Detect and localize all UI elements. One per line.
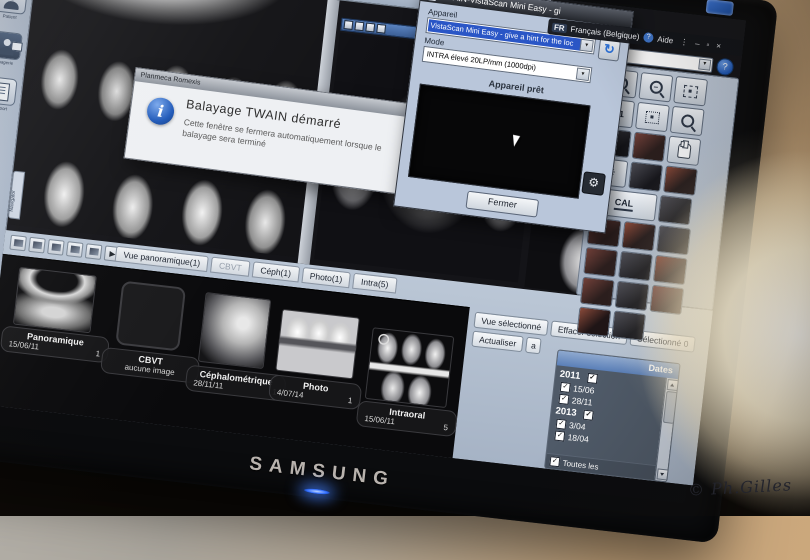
monitor: Patients Patient Imagerie Rapport ↶ ↷	[0, 0, 778, 544]
bezel-sticker	[706, 0, 734, 16]
scrollbar-thumb[interactable]	[663, 391, 678, 424]
thumbnail-cephalometrique[interactable]	[198, 292, 271, 369]
chevron-down-icon[interactable]: ▾	[579, 39, 593, 53]
invert-tool-button[interactable]	[628, 161, 663, 191]
imaging-icon	[0, 30, 23, 60]
magnifier-button[interactable]	[670, 106, 705, 136]
minimize-icon[interactable]: –	[695, 38, 700, 47]
zoom-out-button[interactable]: −	[638, 72, 673, 102]
power-led	[304, 487, 330, 495]
language-code-badge[interactable]: FR	[552, 22, 568, 33]
filter-tool-button[interactable]	[653, 255, 688, 285]
gear-icon[interactable]: ⚙	[581, 171, 606, 196]
checkbox-checked[interactable]: ✓	[554, 431, 565, 442]
window-tool-icon[interactable]	[343, 20, 353, 30]
thumbnail-intraoral[interactable]	[365, 327, 455, 408]
info-icon: i	[145, 96, 175, 126]
circle-select-icon[interactable]	[85, 243, 103, 260]
grid-view-icon[interactable]	[47, 239, 65, 256]
filter-tool-button[interactable]	[621, 221, 656, 251]
filter-tool-button[interactable]	[656, 225, 691, 255]
help-icon[interactable]: ?	[643, 32, 654, 43]
sidebar-item-patient[interactable]: Patient	[0, 0, 28, 21]
fit-screen-button[interactable]	[673, 76, 708, 106]
sidebar-item-imagerie[interactable]: Imagerie	[0, 30, 23, 66]
filter-tool-button[interactable]	[576, 306, 611, 336]
thumbnail-label: Photo 4/07/141	[268, 374, 362, 410]
thumbnail-panoramique[interactable]	[13, 267, 97, 333]
pan-hand-button[interactable]	[666, 136, 701, 166]
report-icon	[0, 76, 18, 106]
filter-tool-button[interactable]	[583, 247, 618, 277]
filter-tool-button[interactable]	[611, 310, 646, 340]
sidebar-item-rapport[interactable]: Rapport	[0, 76, 18, 112]
select-region-button[interactable]	[635, 102, 670, 132]
checkbox-checked[interactable]: ✓	[587, 372, 598, 383]
scroll-down-icon[interactable]	[656, 468, 668, 480]
help-circle-icon[interactable]: ?	[716, 58, 735, 77]
help-menu[interactable]: Aide	[657, 34, 674, 45]
window-tool-icon[interactable]	[376, 24, 386, 34]
checkbox-checked[interactable]: ✓	[583, 409, 594, 420]
tab-intra[interactable]: Intra(5)	[352, 273, 397, 294]
thumbnail-photo[interactable]	[275, 309, 360, 379]
brightness-tool-button[interactable]	[632, 132, 667, 162]
tab-cbvt[interactable]: CBVT	[210, 257, 250, 277]
dates-panel: Dates 2011 ✓ ✓ 15/06 ✓ 28/11 2	[544, 349, 681, 482]
window-tool-icon[interactable]	[365, 23, 375, 33]
scroll-up-icon[interactable]	[667, 379, 679, 391]
fermer-button[interactable]: Fermer	[465, 191, 539, 218]
filmstrip: Panoramique 15/06/111 CBVT aucune image …	[0, 254, 470, 459]
thumbnail-cbvt-empty[interactable]	[115, 281, 186, 352]
window-tool-icon[interactable]	[354, 21, 364, 31]
thumbnail-label: Panoramique 15/06/111	[0, 325, 110, 363]
tab-photo[interactable]: Photo(1)	[301, 267, 351, 288]
checkbox-checked[interactable]: ✓	[558, 394, 569, 405]
filter-tool-button[interactable]	[615, 281, 650, 311]
maximize-icon[interactable]: ▫	[706, 40, 710, 49]
more-button[interactable]: a	[525, 337, 541, 355]
twain-dialog-title: TWAIN-VistaScan Mini Easy - gi	[440, 0, 562, 16]
thumbnail-view-icon[interactable]	[9, 235, 27, 252]
checkbox-checked[interactable]: ✓	[556, 419, 567, 430]
scan-preview-area	[408, 84, 591, 199]
refresh-button[interactable]: Actualiser	[471, 331, 524, 353]
checkbox-checked[interactable]: ✓	[560, 382, 571, 393]
chevron-down-icon[interactable]: ▾	[576, 68, 590, 82]
checkbox-checked[interactable]: ✓	[549, 456, 560, 467]
rect-select-icon[interactable]	[66, 241, 84, 258]
options-menu-icon[interactable]: ⋮	[680, 37, 689, 47]
samsung-logo: SAMSUNG	[248, 453, 396, 491]
message-box-title: Planmeca Romexis	[140, 72, 201, 87]
close-icon[interactable]: ×	[716, 41, 722, 50]
filter-tool-button[interactable]	[580, 277, 615, 307]
list-view-icon[interactable]	[28, 237, 46, 254]
filter-tool-button[interactable]	[618, 251, 653, 281]
mouse-cursor-icon	[513, 134, 521, 147]
filter-tool-button[interactable]	[649, 285, 684, 315]
colorize-tool-button[interactable]	[663, 165, 698, 195]
screen: Patients Patient Imagerie Rapport ↶ ↷	[0, 0, 746, 485]
tab-ceph[interactable]: Céph(1)	[252, 261, 300, 282]
filter-tool-button[interactable]	[658, 195, 693, 225]
chevron-down-icon[interactable]: ▾	[698, 58, 711, 70]
